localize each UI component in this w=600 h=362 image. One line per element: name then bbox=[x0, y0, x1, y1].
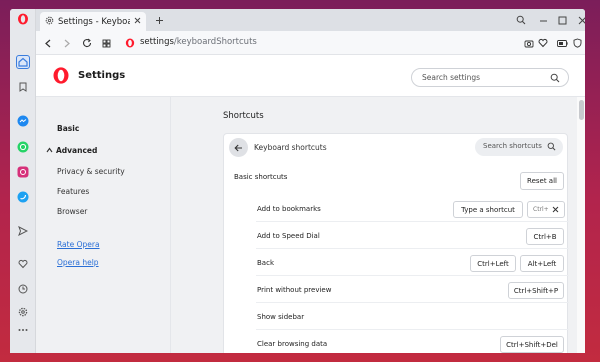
clear-shortcut-icon[interactable] bbox=[552, 206, 559, 213]
card-title: Keyboard shortcuts bbox=[254, 143, 327, 152]
minimize-icon[interactable] bbox=[533, 9, 553, 31]
shortcut-row: Add to Speed Dial Ctrl+B bbox=[224, 222, 569, 249]
reload-icon[interactable] bbox=[80, 36, 94, 50]
reset-all-button[interactable]: Reset all bbox=[520, 172, 564, 190]
shortcut-key-button[interactable]: Alt+Left bbox=[520, 255, 564, 272]
heart-bookmark-icon[interactable] bbox=[536, 36, 550, 50]
back-icon[interactable] bbox=[41, 36, 55, 50]
snapshot-icon[interactable] bbox=[522, 36, 536, 50]
shortcut-label: Add to Speed Dial bbox=[257, 232, 320, 240]
close-window-icon[interactable] bbox=[572, 9, 585, 31]
maximize-icon[interactable] bbox=[552, 9, 572, 31]
shortcut-row: Print without preview Ctrl+Shift+P bbox=[224, 276, 569, 303]
shortcut-label: Back bbox=[257, 259, 274, 267]
shortcut-row: Back Ctrl+Left Alt+Left bbox=[224, 249, 569, 276]
shortcut-row: Add to bookmarks Type a shortcut Ctrl+ bbox=[224, 194, 569, 222]
type-shortcut-button[interactable]: Type a shortcut bbox=[453, 201, 523, 218]
nav-advanced[interactable]: Advanced bbox=[46, 146, 97, 155]
nav-advanced-label: Advanced bbox=[56, 146, 98, 155]
settings-nav: Basic Advanced Privacy & security Featur… bbox=[36, 97, 171, 353]
address-bar: settings/keyboardShortcuts bbox=[36, 31, 585, 55]
shortcut-row: Show sidebar bbox=[224, 303, 569, 330]
browser-window: Settings - Keyboard s bbox=[10, 9, 585, 353]
bookmark-icon[interactable] bbox=[16, 80, 30, 94]
opera-logo-icon bbox=[52, 66, 70, 87]
tab-search-icon[interactable] bbox=[511, 9, 531, 31]
scrollbar-thumb[interactable] bbox=[579, 100, 584, 120]
new-tab-button[interactable] bbox=[149, 9, 169, 31]
shortcut-key-button[interactable]: Ctrl+Shift+P bbox=[508, 282, 564, 299]
card-header: Keyboard shortcuts bbox=[224, 134, 569, 162]
settings-header: Settings bbox=[36, 55, 585, 97]
close-tab-icon[interactable] bbox=[134, 17, 141, 26]
url-path: /keyboardShortcuts bbox=[173, 37, 257, 47]
battery-saver-icon[interactable] bbox=[555, 36, 569, 50]
messenger-icon[interactable] bbox=[16, 114, 30, 128]
shortcut-key-button[interactable]: Ctrl+B bbox=[526, 228, 564, 245]
opera-menu-icon[interactable] bbox=[16, 12, 30, 26]
history-icon[interactable] bbox=[16, 282, 30, 296]
opera-page-icon bbox=[123, 36, 137, 50]
page-scrollbar[interactable] bbox=[578, 97, 584, 353]
shortcut-key-button[interactable]: Ctrl+Left bbox=[470, 255, 516, 272]
settings-search[interactable] bbox=[411, 68, 569, 87]
settings-content: Shortcuts Keyboard shortcuts Basic short… bbox=[171, 97, 577, 353]
opera-help-link[interactable]: Opera help bbox=[57, 258, 99, 267]
whatsapp-icon[interactable] bbox=[16, 140, 30, 154]
shortcut-label: Add to bookmarks bbox=[257, 205, 321, 213]
opera-sidebar bbox=[10, 9, 36, 353]
search-icon bbox=[550, 73, 560, 85]
chevron-up-icon bbox=[46, 147, 53, 153]
shortcut-search[interactable] bbox=[475, 138, 563, 156]
shortcut-label: Print without preview bbox=[257, 286, 332, 294]
home-icon[interactable] bbox=[16, 55, 30, 69]
settings-icon[interactable] bbox=[16, 305, 30, 319]
page-title: Settings bbox=[78, 70, 126, 81]
shortcut-row: Clear browsing data Ctrl+Shift+Del bbox=[224, 330, 569, 353]
shortcut-edit-text: Ctrl+ bbox=[533, 206, 549, 213]
basic-shortcuts-label: Basic shortcuts bbox=[234, 173, 288, 181]
tabs-grid-icon[interactable] bbox=[99, 36, 113, 50]
search-shortcuts-input[interactable] bbox=[483, 142, 547, 150]
rate-opera-link[interactable]: Rate Opera bbox=[57, 240, 100, 249]
twitter-icon[interactable] bbox=[16, 190, 30, 204]
vpn-shield-icon[interactable] bbox=[570, 36, 584, 50]
tab-strip: Settings - Keyboard s bbox=[36, 9, 585, 31]
shortcuts-card: Keyboard shortcuts Basic shortcuts Reset… bbox=[223, 133, 569, 353]
instagram-icon[interactable] bbox=[16, 165, 30, 179]
tab-title: Settings - Keyboard s bbox=[58, 16, 130, 27]
url-field[interactable]: settings/keyboardShortcuts bbox=[140, 37, 257, 47]
nav-basic[interactable]: Basic bbox=[57, 124, 79, 133]
nav-browser[interactable]: Browser bbox=[57, 207, 87, 216]
more-icon[interactable] bbox=[16, 323, 30, 337]
tab-settings[interactable]: Settings - Keyboard s bbox=[40, 12, 146, 31]
shortcut-label: Clear browsing data bbox=[257, 340, 328, 348]
back-button[interactable] bbox=[229, 138, 248, 157]
send-icon[interactable] bbox=[16, 224, 30, 238]
url-host: settings bbox=[140, 37, 174, 47]
forward-icon[interactable] bbox=[60, 36, 74, 50]
search-settings-input[interactable] bbox=[422, 73, 542, 82]
heart-icon[interactable] bbox=[16, 257, 30, 271]
settings-gear-icon bbox=[45, 16, 54, 27]
shortcut-label: Show sidebar bbox=[257, 313, 305, 321]
shortcut-key-button[interactable]: Ctrl+Shift+Del bbox=[500, 336, 564, 353]
shortcut-edit-field[interactable]: Ctrl+ bbox=[527, 201, 565, 218]
section-title: Shortcuts bbox=[223, 111, 264, 121]
nav-features[interactable]: Features bbox=[57, 187, 89, 196]
search-icon bbox=[547, 142, 556, 153]
arrow-left-icon bbox=[234, 144, 242, 151]
nav-privacy[interactable]: Privacy & security bbox=[57, 167, 125, 176]
basic-shortcuts-row: Basic shortcuts Reset all bbox=[224, 162, 569, 194]
